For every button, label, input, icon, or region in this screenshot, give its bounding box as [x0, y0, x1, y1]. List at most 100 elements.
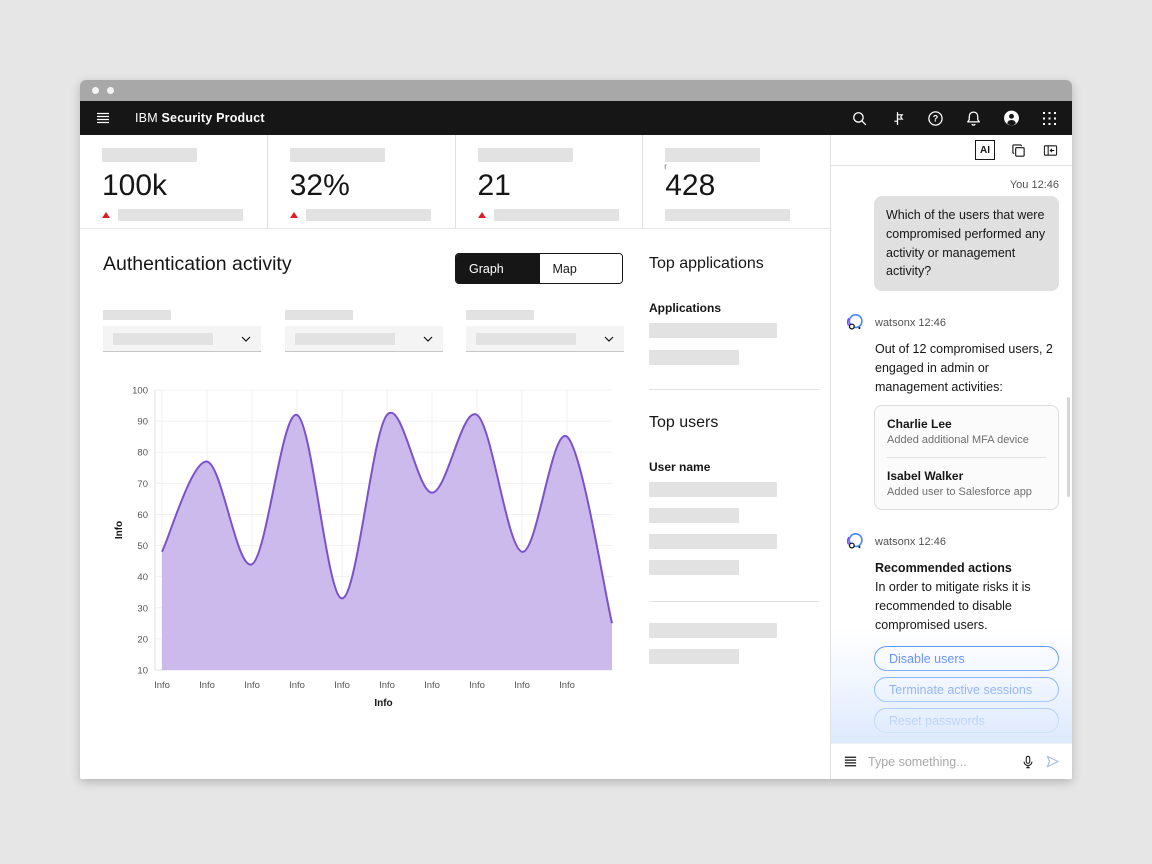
svg-text:Info: Info: [559, 680, 575, 691]
application-row-skeleton: [649, 350, 739, 365]
divider: [649, 601, 819, 602]
action-button-disable-users[interactable]: Disable users: [874, 646, 1059, 671]
filter-select[interactable]: [285, 326, 443, 352]
kpi-card: 21: [456, 135, 644, 228]
input-menu-icon[interactable]: [843, 754, 858, 769]
kpi-value: 32%: [290, 169, 455, 204]
kpi-superscript: r: [664, 162, 667, 171]
microphone-icon[interactable]: [1021, 754, 1035, 770]
svg-text:Info: Info: [334, 680, 350, 691]
action-button-reset-passwords[interactable]: Reset passwords: [874, 708, 1059, 733]
sender-name: You: [1010, 179, 1029, 191]
svg-text:Info: Info: [374, 698, 392, 709]
copy-icon[interactable]: [1010, 142, 1027, 159]
username-column-header: User name: [649, 460, 710, 474]
filter-value-skeleton: [476, 333, 576, 345]
user-row-skeleton: [649, 649, 739, 664]
user-name: Isabel Walker: [887, 469, 1046, 483]
filter-label-skeleton: [466, 310, 534, 320]
svg-text:?: ?: [933, 113, 939, 123]
help-icon[interactable]: ?: [927, 110, 944, 127]
compromised-users-card: Charlie Lee Added additional MFA device …: [874, 405, 1059, 510]
main-area: 100k 32% 21 r 428: [80, 135, 831, 779]
filter-dropdown: [103, 310, 261, 352]
app-header: IBM Security Product ?: [80, 101, 1072, 135]
svg-text:40: 40: [137, 572, 148, 583]
svg-text:20: 20: [137, 634, 148, 645]
kpi-card: 32%: [268, 135, 456, 228]
trend-up-icon: [478, 212, 486, 218]
graph-map-toggle: Graph Map: [455, 253, 623, 284]
user-action: Added user to Salesforce app: [887, 486, 1046, 498]
collapse-panel-icon[interactable]: [1042, 142, 1059, 159]
bot-message-meta: watsonx 12:46: [875, 536, 946, 548]
send-icon[interactable]: [1045, 754, 1060, 769]
kpi-value: 100k: [102, 169, 267, 204]
authentication-activity-chart[interactable]: 102030405060708090100InfoInfoInfoInfoInf…: [108, 382, 653, 717]
trend-up-icon: [102, 212, 110, 218]
svg-text:80: 80: [137, 448, 148, 459]
toggle-graph[interactable]: Graph: [456, 254, 539, 283]
svg-text:10: 10: [137, 666, 148, 677]
toggle-map[interactable]: Map: [539, 254, 623, 283]
top-applications-title: Top applications: [649, 255, 764, 273]
svg-text:Info: Info: [114, 521, 125, 539]
notifications-bell-icon[interactable]: [965, 110, 982, 127]
filter-select[interactable]: [466, 326, 624, 352]
svg-text:100: 100: [132, 386, 148, 397]
ai-chat-panel: AI You 12:46 Which of the users that wer…: [831, 135, 1072, 779]
user-avatar-icon[interactable]: [1003, 110, 1020, 127]
chat-scrollbar[interactable]: [1067, 397, 1070, 497]
filter-dropdown: [466, 310, 624, 352]
app-switcher-icon[interactable]: [1041, 110, 1058, 127]
filter-dropdown: [285, 310, 443, 352]
svg-text:30: 30: [137, 603, 148, 614]
kpi-label-skeleton: [290, 148, 385, 162]
application-row-skeleton: [649, 323, 777, 338]
search-icon[interactable]: [851, 110, 868, 127]
svg-text:70: 70: [137, 479, 148, 490]
kpi-value: 428: [665, 169, 830, 204]
svg-text:Info: Info: [514, 680, 530, 691]
user-row-skeleton: [649, 482, 777, 497]
chat-text-input[interactable]: Type something...: [868, 755, 1011, 769]
sender-name: watsonx: [875, 536, 915, 548]
bot-message-header: watsonx 12:46: [844, 312, 1059, 333]
filter-select[interactable]: [103, 326, 261, 352]
menu-icon[interactable]: [94, 110, 111, 127]
kpi-label-skeleton: [102, 148, 197, 162]
brand-prefix: IBM: [135, 111, 158, 125]
user-message-meta: You 12:46: [844, 179, 1059, 191]
user-message-bubble: Which of the users that were compromised…: [874, 196, 1059, 291]
svg-text:Info: Info: [199, 680, 215, 691]
svg-text:Info: Info: [379, 680, 395, 691]
chevron-down-icon: [423, 336, 433, 342]
watsonx-avatar-icon: [844, 531, 865, 552]
user-row-skeleton: [649, 534, 777, 549]
chevron-down-icon: [604, 336, 614, 342]
watsonx-avatar-icon: [844, 312, 865, 333]
window-titlebar[interactable]: [80, 80, 1072, 101]
kpi-trend-skeleton: [665, 209, 790, 221]
user-row-skeleton: [649, 560, 739, 575]
chevron-down-icon: [241, 336, 251, 342]
message-time: 12:46: [918, 536, 946, 548]
kpi-trend-skeleton: [494, 209, 619, 221]
user-name: Charlie Lee: [887, 417, 1046, 431]
brand-name: Security Product: [162, 111, 265, 125]
window-control-dot[interactable]: [107, 87, 114, 94]
sender-name: watsonx: [875, 317, 915, 329]
signpost-icon[interactable]: [889, 110, 906, 127]
chat-messages[interactable]: You 12:46 Which of the users that were c…: [831, 166, 1072, 743]
kpi-label-skeleton: [478, 148, 573, 162]
kpi-card: r 428: [643, 135, 830, 228]
message-time: 12:46: [1031, 179, 1059, 191]
app-window: IBM Security Product ?: [80, 80, 1072, 779]
ai-label-badge[interactable]: AI: [975, 140, 995, 160]
window-control-dot[interactable]: [92, 87, 99, 94]
chat-input-bar: Type something...: [831, 743, 1072, 779]
bot-message-meta: watsonx 12:46: [875, 317, 946, 329]
user-entry: Isabel Walker Added user to Salesforce a…: [887, 457, 1046, 509]
bot-message-text: In order to mitigate risks it is recomme…: [875, 578, 1059, 634]
action-button-terminate-sessions[interactable]: Terminate active sessions: [874, 677, 1059, 702]
